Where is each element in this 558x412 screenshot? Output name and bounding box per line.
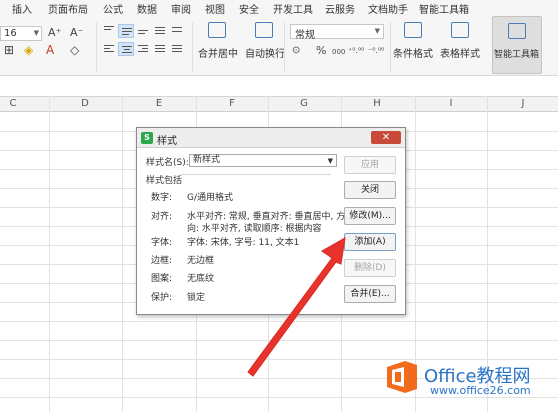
chevron-down-icon: ▼ [33,29,39,37]
ribbon-separator [390,22,391,72]
column-header-i[interactable]: I [441,98,461,109]
column-header-d[interactable]: D [75,98,95,109]
currency-icon[interactable]: ⊙ [292,44,300,58]
border-row-value: 无边框 [187,256,215,266]
close-dialog-button[interactable]: 关闭 [344,181,396,199]
office-logo-icon [387,361,417,393]
font-shrink-icon[interactable]: A⁻ [70,26,83,40]
font-grow-icon[interactable]: A⁺ [48,26,61,40]
table-style-icon[interactable] [451,22,469,38]
column-header-g[interactable]: G [294,98,314,109]
ribbon-separator [284,22,285,72]
dialog-title-bar[interactable]: S 样式 ✕ [137,128,405,148]
border-row-label: 边框: [151,256,173,266]
align-middle-icon[interactable] [118,24,134,38]
style-includes-label: 样式包括 [146,176,183,186]
alignment-row-label: 对齐: [151,212,173,222]
close-button[interactable]: ✕ [371,131,401,144]
conditional-format-icon[interactable] [404,22,422,38]
formula-bar-area [0,76,558,96]
column-header-e[interactable]: E [149,98,169,109]
protection-row-value: 锁定 [187,293,206,303]
thousands-icon[interactable]: 000 [332,45,345,59]
align-bottom-icon[interactable] [135,24,151,38]
number-format-select[interactable]: 常规 ▼ [290,24,384,41]
protection-row-label: 保护: [151,293,173,303]
dialog-title: 样式 [157,136,177,147]
smart-toolbox-button[interactable]: 智能工具箱 [492,16,542,74]
justify-icon[interactable] [152,42,168,56]
font-row-value: 字体: 宋体, 字号: 11, 文本1 [187,238,300,248]
alignment-row-value-cont: 向: 水平对齐, 读取顺序: 根据内容 [187,224,322,234]
table-style-label[interactable]: 表格样式 [440,45,480,60]
delete-button[interactable]: 删除(D) [344,259,396,277]
pattern-row-label: 图案: [151,274,173,284]
font-row-label: 字体: [151,238,173,248]
column-header-j[interactable]: J [513,98,533,109]
modify-button[interactable]: 修改(M)... [344,207,396,225]
align-right-icon[interactable] [135,42,151,56]
ribbon: 16 ▼ A⁺ A⁻ ⊞ ◈ A ◇ 合并居中 自动换行 常规 ▼ ⊙ % 00… [0,14,558,76]
distributed-icon[interactable] [169,42,185,56]
font-size-select[interactable]: 16 ▼ [0,26,42,41]
wrap-text-label[interactable]: 自动换行 [245,45,285,60]
column-header-c[interactable]: C [3,98,23,109]
number-format-value: 常规 [295,30,315,41]
conditional-format-label[interactable]: 条件格式 [393,45,433,60]
align-top-icon[interactable] [101,24,117,38]
wrap-text-icon[interactable] [255,22,273,38]
smart-toolbox-label: 智能工具箱 [494,50,540,60]
style-name-label: 样式名(S): [146,158,189,168]
watermark-url: www.office26.com [430,384,531,397]
ribbon-tab-bar: 插入 页面布局 公式 数据 审阅 视图 安全 开发工具 云服务 文档助手 智能工… [0,0,558,16]
percent-icon[interactable]: % [316,44,326,58]
ribbon-separator [192,22,193,72]
align-center-icon[interactable] [118,42,134,56]
wrap-mini-icon[interactable] [169,24,185,38]
number-row-label: 数字: [151,193,173,203]
borders-icon[interactable]: ⊞ [4,43,14,57]
merge-center-label[interactable]: 合并居中 [198,45,238,60]
wps-app-icon: S [141,132,153,144]
style-name-value: 新样式 [193,155,221,165]
column-header-h[interactable]: H [367,98,387,109]
apply-button[interactable]: 应用 [344,156,396,174]
chevron-down-icon: ▼ [374,27,380,35]
style-dialog: S 样式 ✕ 样式名(S): 新样式 ▼ 样式包括 数字: G/通用格式 对齐:… [136,127,406,315]
font-color-icon[interactable]: A [46,43,54,57]
merge-center-icon[interactable] [208,22,226,38]
chevron-down-icon: ▼ [327,157,333,165]
number-row-value: G/通用格式 [187,193,234,203]
group-divider [181,174,331,175]
ribbon-separator [96,22,97,72]
fill-color-icon[interactable]: ◈ [24,43,33,57]
pattern-row-value: 无底纹 [187,274,215,284]
font-size-value: 16 [4,28,17,39]
toolbox-icon [508,23,526,39]
column-header-row: C D E F G H I J [0,96,558,112]
add-button[interactable]: 添加(A) [344,233,396,251]
clear-format-icon[interactable]: ◇ [70,43,79,57]
align-left-icon[interactable] [101,42,117,56]
decimal-increase-icon[interactable]: ⁺⁰.⁰⁰ [348,44,364,58]
decimal-decrease-icon[interactable]: ⁻⁰.⁰⁰ [368,44,384,58]
style-name-select[interactable]: 新样式 ▼ [189,154,337,167]
text-direction-icon[interactable] [152,24,168,38]
column-header-f[interactable]: F [222,98,242,109]
merge-button[interactable]: 合并(E)... [344,285,396,303]
